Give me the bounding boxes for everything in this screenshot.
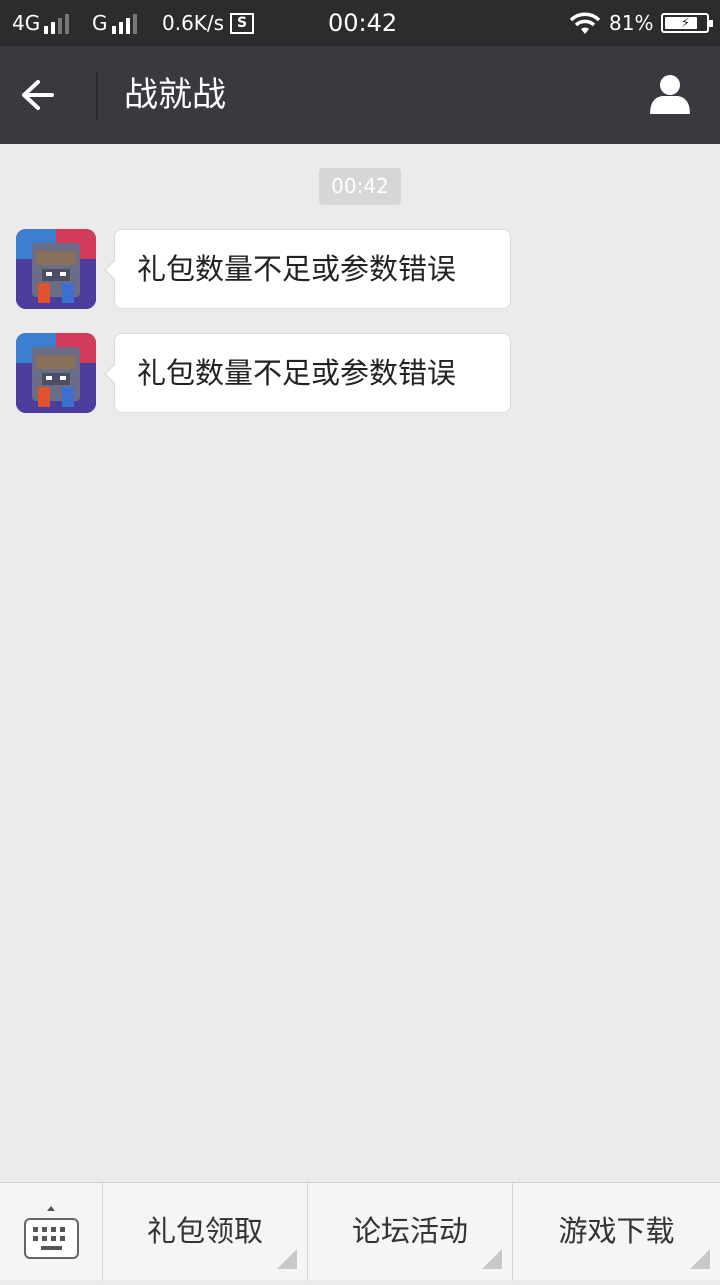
network-type-4g: 4G: [12, 11, 41, 35]
bottom-menu: 礼包领取 论坛活动 游戏下载: [0, 1182, 720, 1281]
back-button[interactable]: [18, 70, 78, 120]
battery-percent: 81%: [609, 11, 654, 35]
battery-status: 81% ⚡: [609, 0, 714, 46]
message-row: 礼包数量不足或参数错误: [0, 333, 720, 415]
s-badge-icon: S: [230, 12, 255, 34]
submenu-indicator-icon: [277, 1249, 297, 1269]
message-bubble[interactable]: 礼包数量不足或参数错误: [114, 333, 511, 413]
cell-signal-g: G: [92, 0, 137, 46]
submenu-indicator-icon: [482, 1249, 502, 1269]
menu-label: 礼包领取: [146, 1214, 263, 1248]
person-icon: [650, 75, 690, 114]
nav-divider: [96, 72, 98, 120]
menu-label: 论坛活动: [351, 1214, 468, 1248]
wifi-icon: [568, 0, 602, 46]
status-time: 00:42: [328, 9, 398, 37]
game-avatar[interactable]: [16, 333, 96, 413]
signal-icon: [44, 12, 70, 34]
signal-icon: [111, 12, 137, 34]
chat-area[interactable]: 00:42 礼包数量不足或参数错误 礼包数量不足或参数错误: [0, 144, 720, 1182]
menu-game-download[interactable]: 游戏下载: [513, 1183, 720, 1281]
menu-forum-activity[interactable]: 论坛活动: [308, 1183, 513, 1281]
message-row: 礼包数量不足或参数错误: [0, 229, 720, 311]
arrow-left-icon: [22, 80, 54, 110]
message-timestamp: 00:42: [319, 168, 401, 205]
speed-text: 0.6K/s: [162, 11, 225, 35]
submenu-indicator-icon: [690, 1249, 710, 1269]
page-title: 战就战: [124, 75, 226, 115]
network-speed: 0.6K/s S: [162, 0, 255, 46]
menu-label: 游戏下载: [558, 1214, 675, 1248]
profile-button[interactable]: [648, 72, 702, 120]
status-bar: 4G G 0.6K/s S 00:42 81% ⚡: [0, 0, 720, 46]
menu-gift-claim[interactable]: 礼包领取: [103, 1183, 308, 1281]
keyboard-icon: [24, 1206, 79, 1259]
nav-bar: 战就战: [0, 46, 720, 144]
game-avatar[interactable]: [16, 229, 96, 309]
network-type-g: G: [92, 11, 108, 35]
cell-signal-4g: 4G: [12, 0, 70, 46]
battery-charging-icon: ⚡: [661, 13, 714, 33]
message-bubble[interactable]: 礼包数量不足或参数错误: [114, 229, 511, 309]
keyboard-toggle-button[interactable]: [0, 1183, 103, 1281]
